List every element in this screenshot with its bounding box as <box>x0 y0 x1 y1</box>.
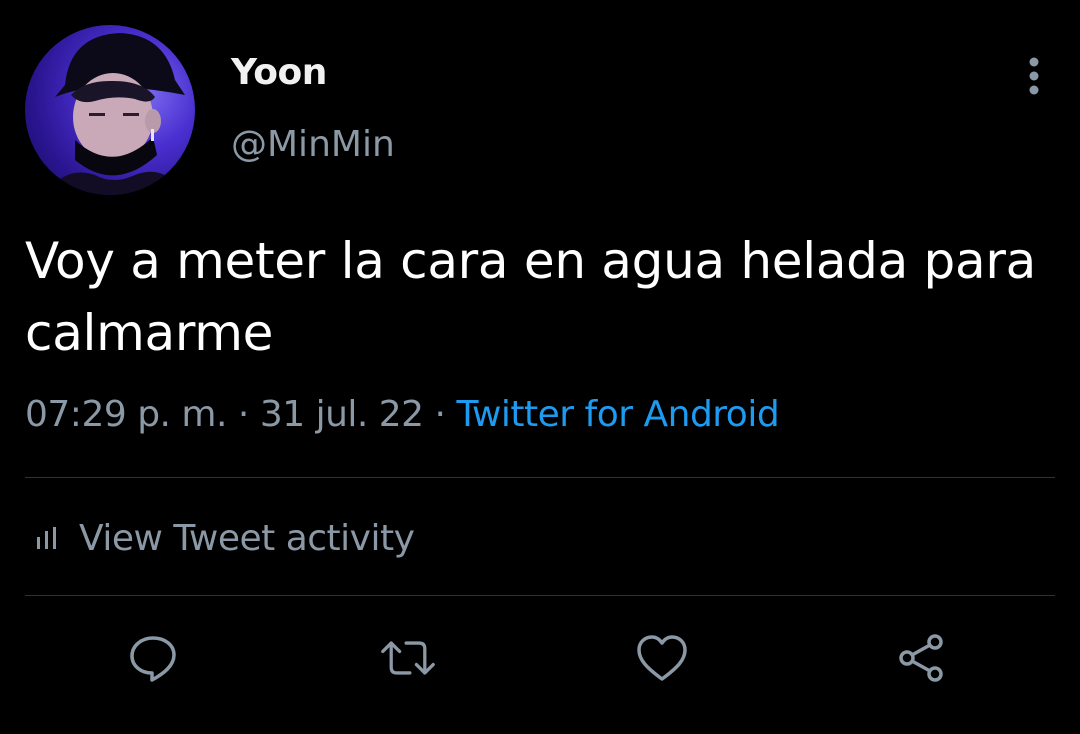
reply-button[interactable] <box>125 630 181 686</box>
meta-separator: · <box>434 394 446 435</box>
divider <box>25 595 1055 596</box>
tweet-text-line: Voy a meter la cara en agua helada para <box>25 232 1036 290</box>
analytics-bars-icon <box>35 525 61 551</box>
divider <box>25 477 1055 478</box>
display-name[interactable]: Yoon <box>231 52 327 93</box>
user-handle[interactable]: @MinMin <box>231 124 395 165</box>
like-icon <box>637 635 687 681</box>
more-vertical-icon <box>1029 57 1039 95</box>
more-options-button[interactable] <box>1016 52 1052 100</box>
meta-separator: · <box>237 394 249 435</box>
tweet-text-line: calmarme <box>25 304 274 362</box>
share-button[interactable] <box>893 630 949 686</box>
reply-icon <box>130 636 176 682</box>
tweet-text: Voy a meter la cara en agua helada para … <box>25 225 1060 369</box>
like-button[interactable] <box>634 630 690 686</box>
retweet-icon <box>381 641 435 675</box>
tweet-source-link[interactable]: Twitter for Android <box>456 394 779 435</box>
tweet-date[interactable]: 31 jul. 22 <box>260 394 424 435</box>
view-tweet-activity-button[interactable]: View Tweet activity <box>35 512 415 564</box>
retweet-button[interactable] <box>380 630 436 686</box>
share-icon <box>899 634 943 682</box>
tweet-time[interactable]: 07:29 p. m. <box>25 394 227 435</box>
avatar[interactable] <box>25 25 195 195</box>
activity-label: View Tweet activity <box>79 517 415 559</box>
tweet-meta: 07:29 p. m. · 31 jul. 22 · Twitter for A… <box>25 394 780 435</box>
